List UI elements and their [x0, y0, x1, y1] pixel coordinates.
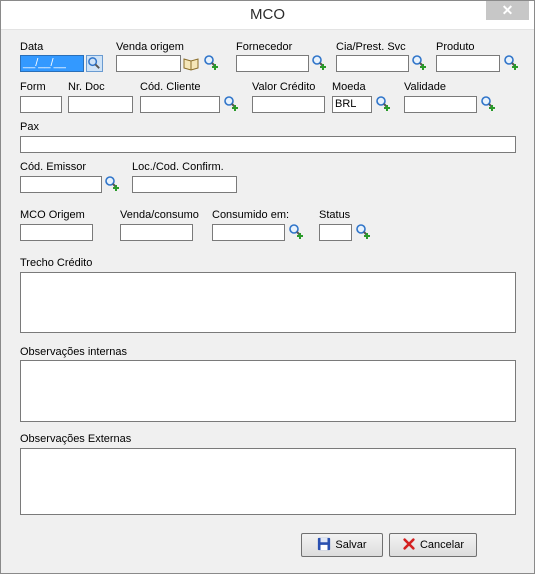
data-label: Data — [20, 41, 44, 53]
moeda-label: Moeda — [332, 81, 366, 93]
search-add-icon[interactable] — [203, 54, 219, 70]
search-add-icon[interactable] — [355, 223, 371, 239]
book-icon[interactable] — [183, 55, 199, 71]
trecho-credito-label: Trecho Crédito — [20, 257, 93, 269]
status-label: Status — [319, 209, 351, 221]
floppy-disk-icon — [317, 537, 331, 554]
search-add-icon[interactable] — [104, 175, 120, 191]
cod-emissor-input[interactable] — [20, 176, 102, 193]
title-bar: MCO ✕ — [1, 1, 534, 30]
venda-origem-label: Venda origem — [116, 41, 184, 53]
venda-consumo-input[interactable] — [120, 224, 193, 241]
search-add-icon[interactable] — [375, 95, 391, 111]
window-title: MCO — [250, 6, 285, 23]
search-add-icon[interactable] — [311, 54, 327, 70]
salvar-button[interactable]: Salvar — [301, 533, 383, 557]
status-input[interactable] — [319, 224, 352, 241]
search-add-icon[interactable] — [288, 223, 304, 239]
validade-label: Validade — [404, 81, 446, 93]
search-add-icon[interactable] — [223, 95, 239, 111]
obs-externas-label: Observações Externas — [20, 433, 132, 445]
obs-internas-label: Observações internas — [20, 346, 127, 358]
venda-origem-input[interactable] — [116, 55, 181, 72]
cancelar-label: Cancelar — [419, 539, 465, 551]
red-x-icon — [402, 537, 416, 554]
cancelar-button[interactable]: Cancelar — [389, 533, 477, 557]
valor-credito-input[interactable] — [252, 96, 325, 113]
valor-credito-label: Valor Crédito — [252, 81, 316, 93]
form-input[interactable] — [20, 96, 62, 113]
search-add-icon[interactable] — [503, 54, 519, 70]
cod-cliente-label: Cód. Cliente — [140, 81, 201, 93]
cia-prest-svc-input[interactable] — [336, 55, 409, 72]
date-picker-button[interactable] — [86, 55, 103, 72]
obs-internas-textarea[interactable] — [20, 360, 516, 422]
consumido-em-label: Consumido em: — [212, 209, 290, 221]
data-input[interactable]: __/__/__ — [20, 55, 84, 72]
search-add-icon[interactable] — [480, 95, 496, 111]
fornecedor-input[interactable] — [236, 55, 309, 72]
consumido-em-input[interactable] — [212, 224, 285, 241]
loc-cod-confirm-label: Loc./Cod. Confirm. — [132, 161, 224, 173]
cod-emissor-label: Cód. Emissor — [20, 161, 87, 173]
fornecedor-label: Fornecedor — [236, 41, 293, 53]
produto-label: Produto — [436, 41, 475, 53]
salvar-label: Salvar — [335, 539, 367, 551]
validade-input[interactable] — [404, 96, 477, 113]
trecho-credito-textarea[interactable] — [20, 272, 516, 333]
cod-cliente-input[interactable] — [140, 96, 220, 113]
mco-dialog: MCO ✕ Data __/__/__ Venda origem Fornece… — [0, 0, 535, 574]
venda-consumo-label: Venda/consumo — [120, 209, 199, 221]
nr-doc-input[interactable] — [68, 96, 133, 113]
form-label: Form — [20, 81, 46, 93]
produto-input[interactable] — [436, 55, 500, 72]
pax-label: Pax — [20, 121, 39, 133]
cia-prest-svc-label: Cia/Prest. Svc — [336, 41, 406, 53]
mco-origem-input[interactable] — [20, 224, 93, 241]
search-add-icon[interactable] — [411, 54, 427, 70]
moeda-input[interactable]: BRL — [332, 96, 372, 113]
nr-doc-label: Nr. Doc — [68, 81, 105, 93]
mco-origem-label: MCO Origem — [20, 209, 85, 221]
close-button[interactable]: ✕ — [486, 1, 529, 20]
pax-input[interactable] — [20, 136, 516, 153]
obs-externas-textarea[interactable] — [20, 448, 516, 515]
loc-cod-confirm-input[interactable] — [132, 176, 237, 193]
